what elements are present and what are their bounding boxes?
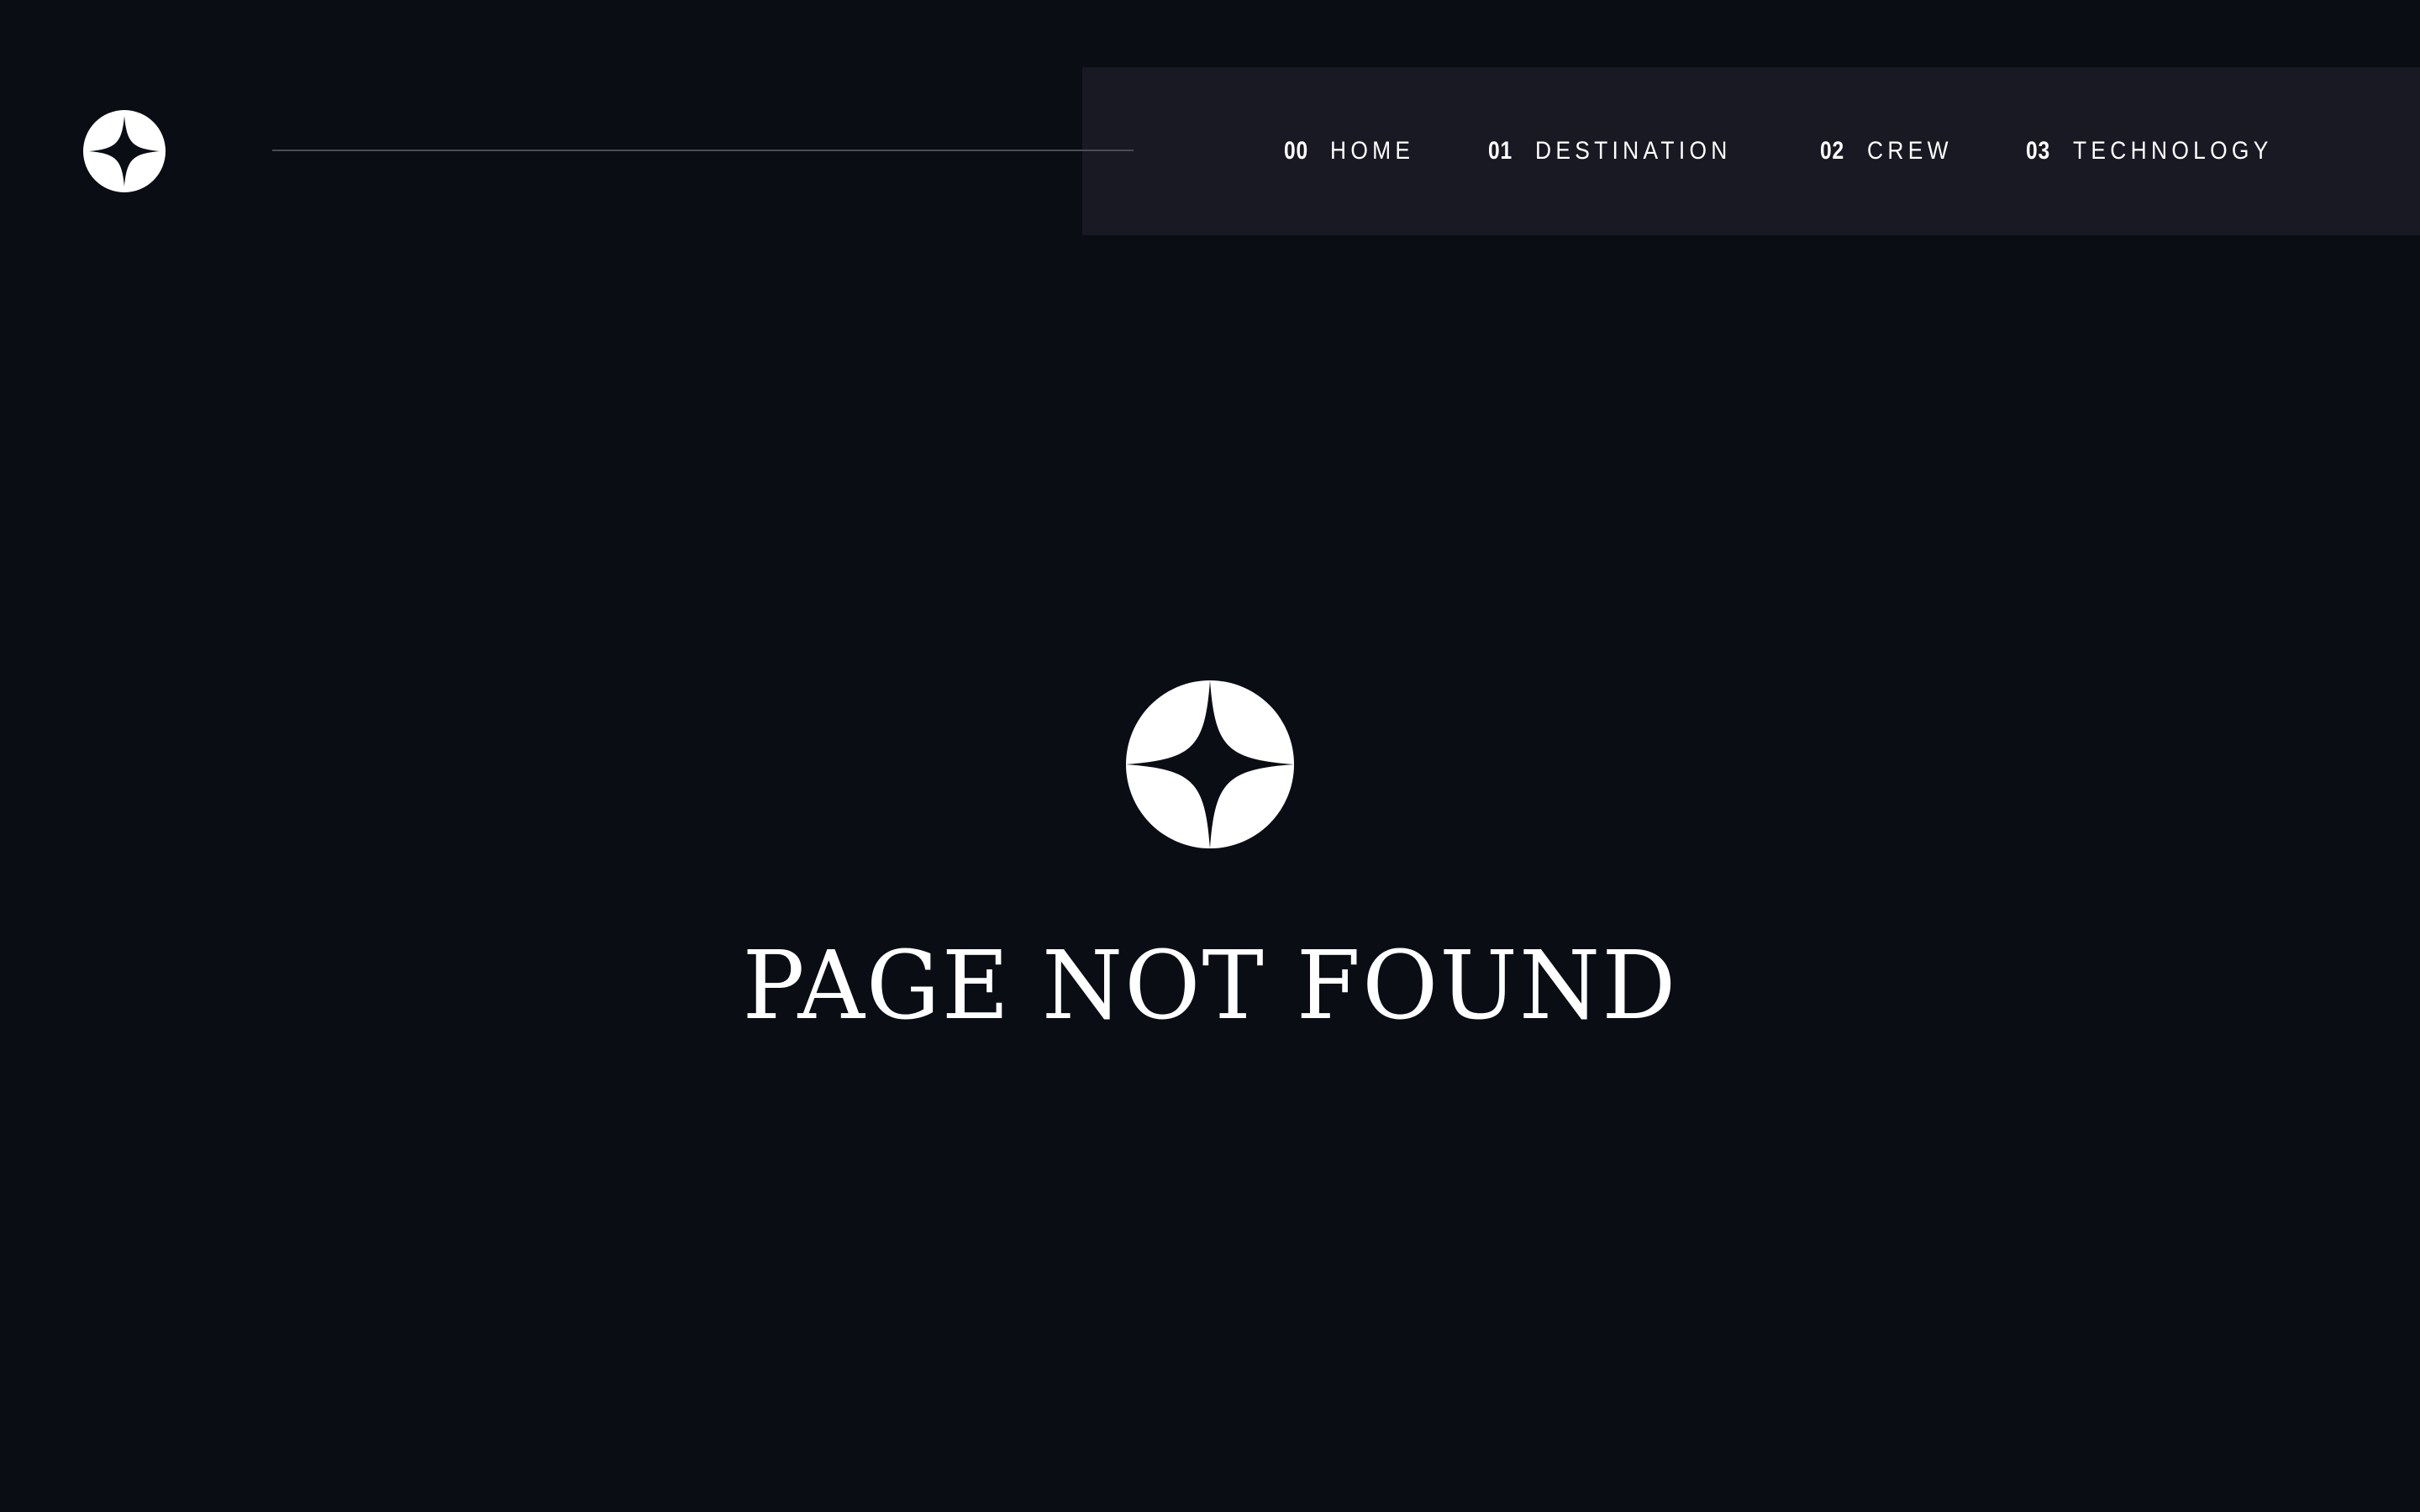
nav-number: 02 bbox=[1820, 137, 1845, 165]
nav-item-destination[interactable]: 01 DESTINATION bbox=[1488, 67, 1758, 235]
nav-number: 00 bbox=[1284, 137, 1309, 165]
star-logo-icon bbox=[83, 110, 166, 192]
nav-label: DESTINATION bbox=[1534, 137, 1732, 165]
nav-item-crew[interactable]: 02 CREW bbox=[1820, 67, 1964, 235]
star-logo-icon bbox=[1126, 680, 1294, 848]
nav-label: CREW bbox=[1866, 137, 1953, 165]
nav-item-home[interactable]: 00 HOME bbox=[1284, 67, 1426, 235]
page-title: PAGE NOT FOUND bbox=[742, 930, 1678, 1041]
nav-label: HOME bbox=[1330, 137, 1415, 165]
nav-number: 01 bbox=[1488, 137, 1513, 165]
nav-item-technology[interactable]: 03 TECHNOLOGY bbox=[2026, 67, 2299, 235]
site-header: 00 HOME 01 DESTINATION 02 CREW 03 TECHNO… bbox=[0, 0, 2420, 302]
logo-link[interactable] bbox=[83, 110, 166, 192]
nav-label: TECHNOLOGY bbox=[2072, 137, 2273, 165]
header-divider bbox=[272, 150, 1134, 151]
nav-number: 03 bbox=[2026, 137, 2051, 165]
primary-navigation: 00 HOME 01 DESTINATION 02 CREW 03 TECHNO… bbox=[1082, 67, 2420, 235]
nav-list: 00 HOME 01 DESTINATION 02 CREW 03 TECHNO… bbox=[1284, 67, 2300, 235]
